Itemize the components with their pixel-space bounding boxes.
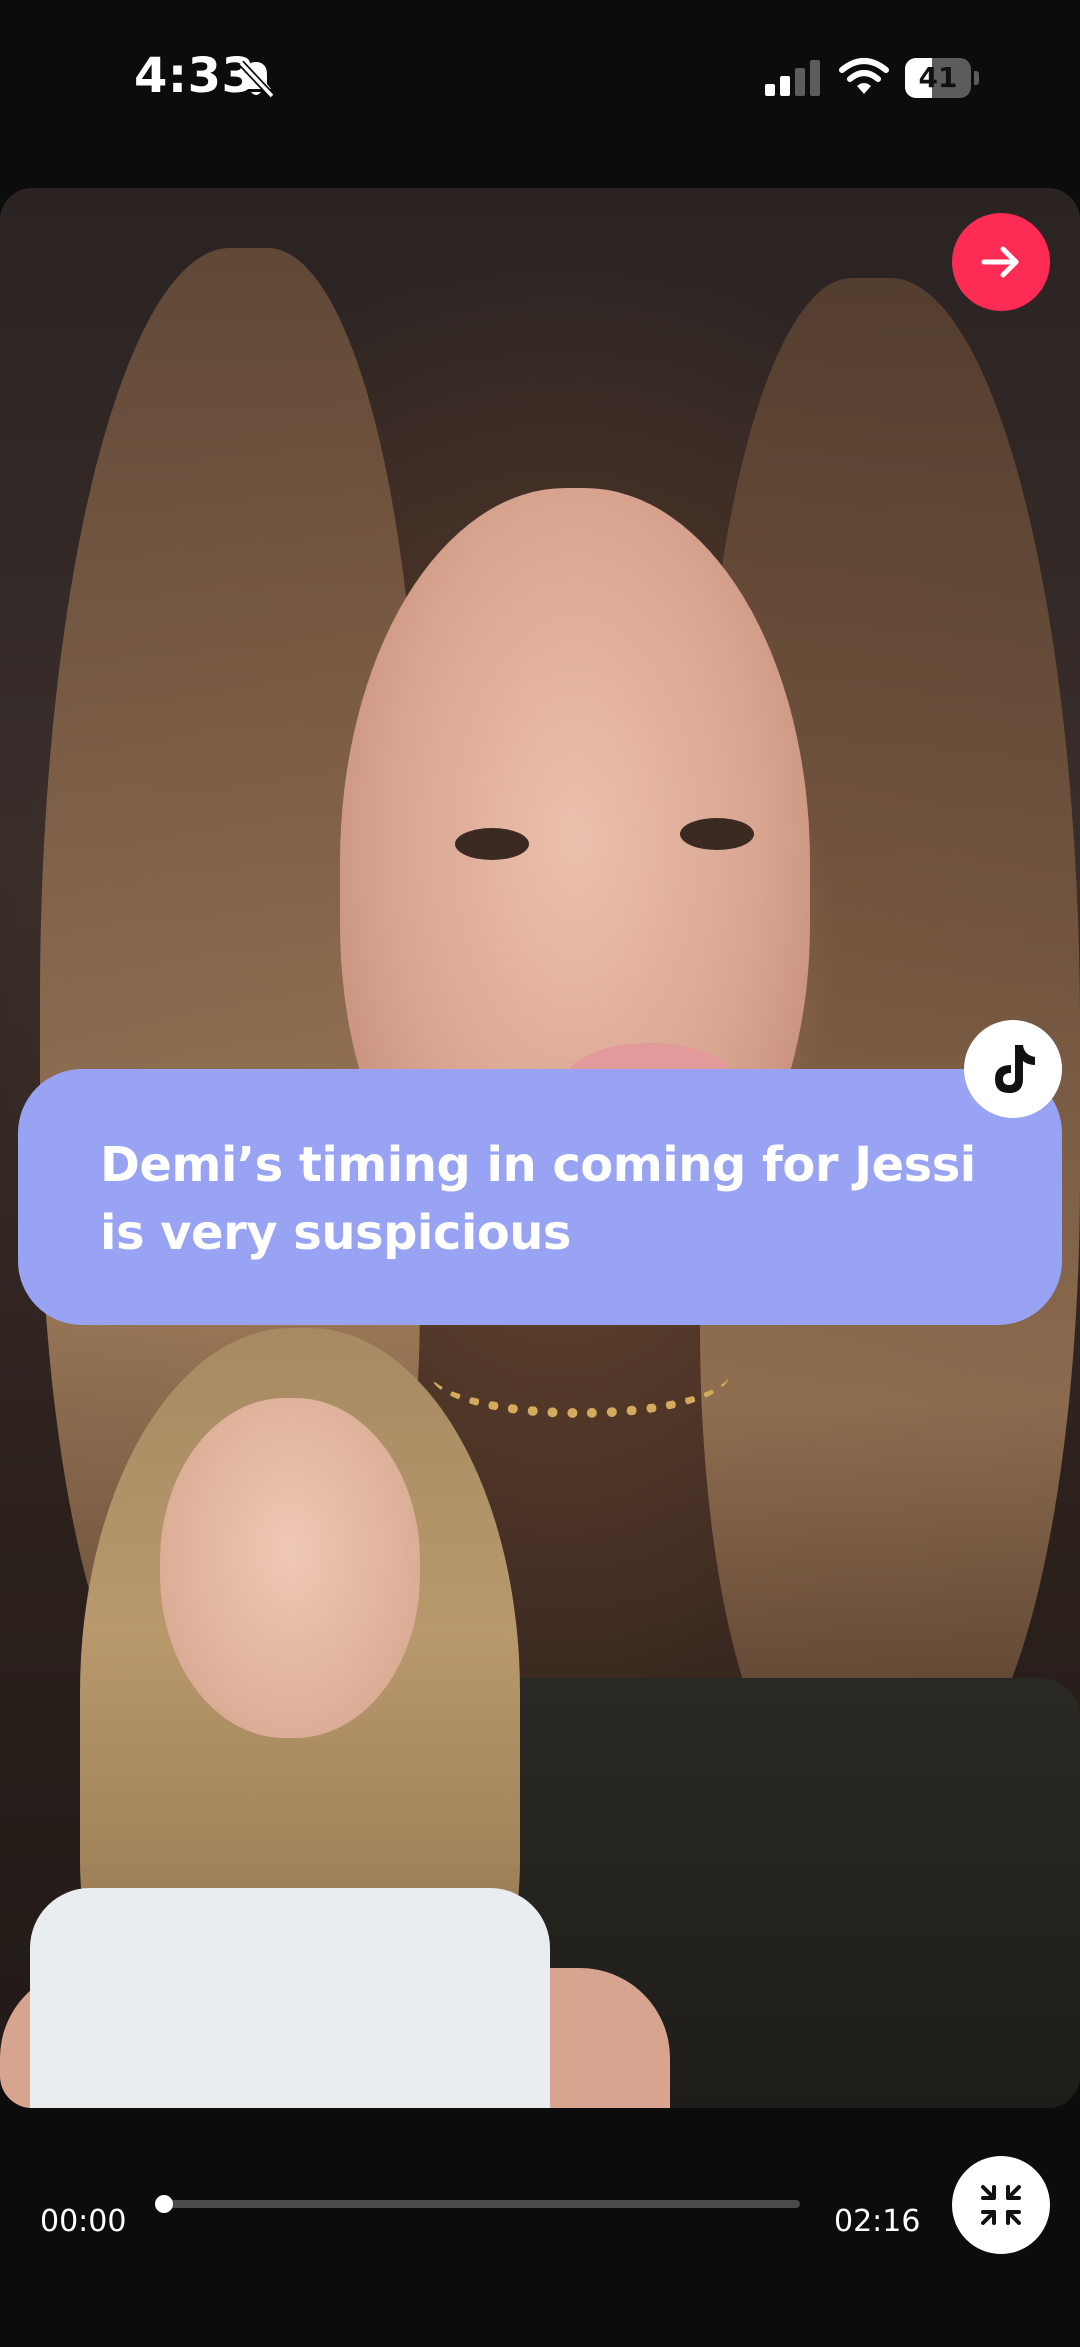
video-frame-eye (455, 828, 529, 860)
collapse-button[interactable] (952, 2156, 1050, 2254)
tiktok-badge[interactable] (964, 1020, 1062, 1118)
status-bar: 4:33 41 (0, 0, 1080, 150)
battery-level: 41 (918, 61, 958, 94)
arrow-right-icon (981, 246, 1019, 278)
wifi-icon (839, 58, 889, 94)
caption-text: Demi’s timing in coming for Jessi is ver… (100, 1137, 976, 1261)
video-frame-eye (680, 818, 754, 850)
battery-body: 41 (905, 58, 971, 98)
creator-inset (0, 1328, 680, 2108)
progress-slider[interactable] (155, 2195, 800, 2213)
playback-controls: 00:00 02:16 (0, 2108, 1080, 2347)
caption-bubble: Demi’s timing in coming for Jessi is ver… (18, 1069, 1062, 1325)
progress-thumb[interactable] (155, 2195, 173, 2213)
bell-slash-icon (238, 60, 275, 99)
creator-top (30, 1888, 550, 2108)
cellular-signal-icon (765, 60, 820, 96)
current-time: 00:00 (40, 2204, 127, 2239)
tiktok-logo-icon (995, 1045, 1035, 1093)
next-button[interactable] (952, 213, 1050, 311)
total-time: 02:16 (834, 2204, 921, 2239)
creator-face (160, 1398, 420, 1738)
battery-cap (974, 71, 979, 85)
screen: 4:33 41 Demi’s timing in coming for Jess… (0, 0, 1080, 2347)
collapse-arrows-icon (981, 2185, 1021, 2225)
battery-icon: 41 (905, 58, 979, 98)
